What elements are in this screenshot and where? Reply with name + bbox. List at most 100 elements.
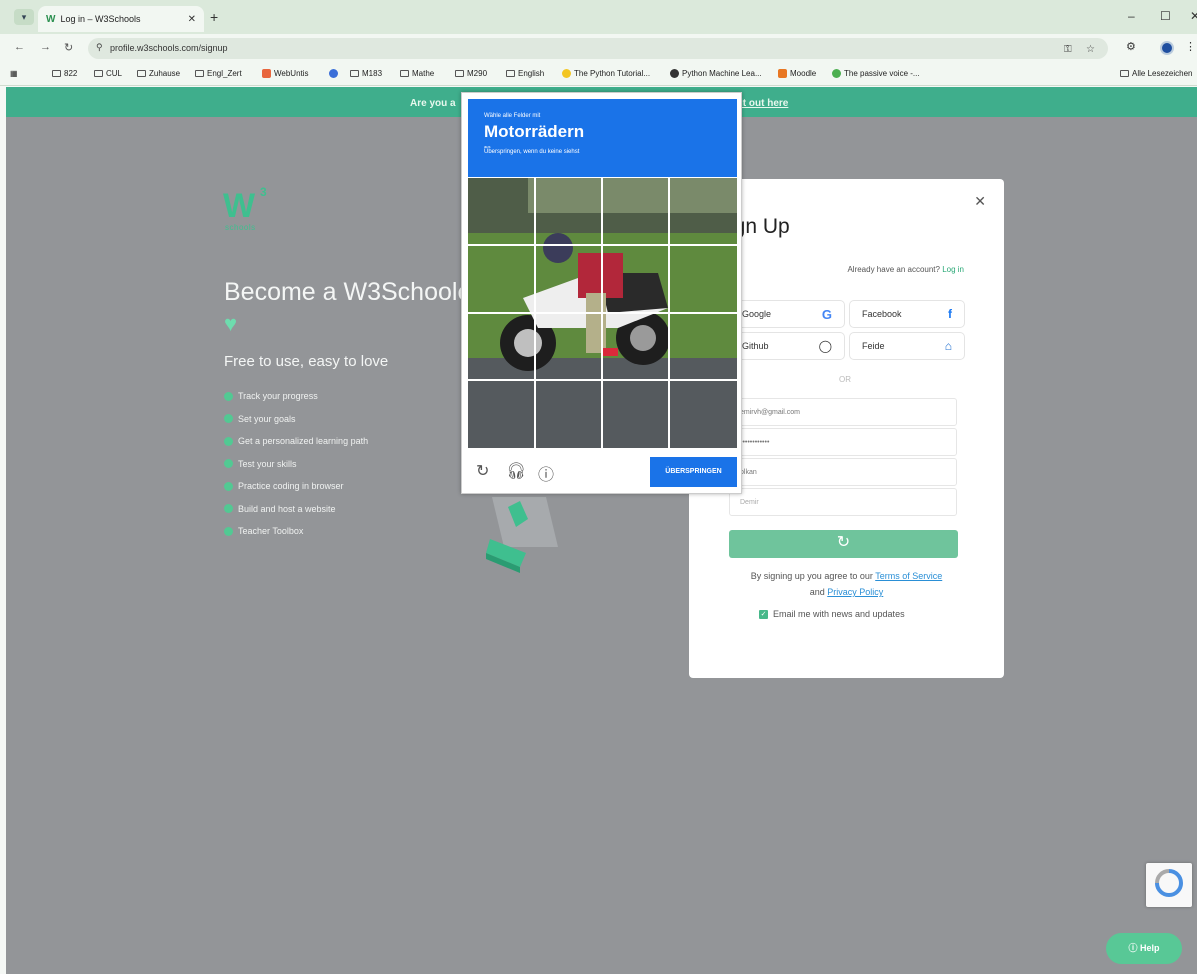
feature-list: Track your progress Set your goals Get a… (224, 385, 368, 543)
captcha-target: Motorrädern (484, 122, 585, 141)
tab-search-button[interactable]: ▾ (14, 9, 34, 25)
bookmark-folder[interactable]: M183 (350, 69, 382, 78)
reload-icon[interactable]: ↻ (64, 41, 73, 54)
signup-submit-button[interactable]: ↻ (729, 530, 958, 558)
all-bookmarks-folder[interactable]: Alle Lesezeichen (1120, 69, 1192, 78)
recaptcha-challenge: Wähle alle Felder mit Motorrädern aus Üb… (461, 92, 742, 494)
bookmark-link[interactable]: The Python Tutorial... (562, 69, 650, 78)
headphones-icon[interactable]: 🎧︎ (506, 461, 526, 481)
bookmark-folder[interactable]: Mathe (400, 69, 434, 78)
info-icon[interactable]: ⓘ (538, 461, 554, 485)
maximize-icon[interactable]: ☐ (1160, 9, 1171, 23)
check-icon (224, 414, 233, 424)
site-info-icon[interactable]: ⚲ (96, 42, 103, 53)
terms-link[interactable]: Terms of Service (875, 571, 942, 581)
github-signup-button[interactable]: Github ◯ (729, 332, 845, 360)
feature-item: Set your goals (224, 408, 368, 431)
help-button[interactable]: ⓘ Help (1106, 933, 1182, 964)
feature-item: Test your skills (224, 453, 368, 476)
close-window-icon[interactable]: ✕ (1190, 9, 1197, 23)
browser-tab[interactable]: W Log in – W3Schools ✕ (38, 6, 204, 32)
bookmark-folder[interactable]: English (506, 69, 544, 78)
folder-icon (350, 70, 359, 77)
new-tab-button[interactable]: + (210, 9, 218, 25)
check-icon (224, 459, 233, 469)
page-overlay: Are you a it out here W 3 schools Become… (6, 87, 1197, 974)
feide-signup-button[interactable]: Feide ⌂ (849, 332, 965, 360)
profile-avatar[interactable] (1160, 41, 1174, 55)
minimize-icon[interactable]: – (1128, 9, 1135, 23)
bookmark-folder[interactable] (329, 69, 341, 78)
forward-icon[interactable]: → (40, 41, 51, 53)
bookmark-link[interactable]: The passive voice -... (832, 69, 920, 78)
feature-item: Get a personalized learning path (224, 430, 368, 453)
last-name-field[interactable]: Demir (729, 488, 957, 516)
motorcycle-photo (468, 178, 737, 448)
bookmark-link[interactable]: Moodle (778, 69, 816, 78)
reload-icon[interactable]: ↻ (476, 461, 489, 481)
python-icon (562, 69, 571, 78)
github-icon: ◯ (818, 339, 832, 353)
bookmarks-bar: ▦ 822 CUL Zuhause Engl_Zert WebUntis M18… (0, 62, 1197, 86)
menu-icon[interactable]: ⋮ (1185, 40, 1196, 53)
folder-icon (1120, 70, 1129, 77)
recaptcha-badge-icon[interactable] (1146, 863, 1192, 907)
check-icon (224, 504, 233, 514)
captcha-skip-button[interactable]: ÜBERSPRINGEN (650, 457, 737, 487)
back-icon[interactable]: ← (14, 41, 25, 53)
facebook-signup-button[interactable]: Facebook f (849, 300, 965, 328)
question-icon: ⓘ (1128, 943, 1138, 953)
check-icon (224, 526, 233, 536)
apps-grid-icon[interactable]: ▦ (10, 69, 18, 78)
feide-icon: ⌂ (944, 339, 952, 353)
folder-icon (94, 70, 103, 77)
w3schools-logo[interactable]: W 3 schools (223, 185, 267, 232)
folder-icon (455, 70, 464, 77)
terms-text: By signing up you agree to our Terms of … (750, 571, 943, 597)
bookmark-folder[interactable]: 822 (52, 69, 77, 78)
folder-icon (52, 70, 61, 77)
tab-strip: ▾ W Log in – W3Schools ✕ + – ☐ ✕ (0, 0, 1197, 34)
bookmark-folder[interactable]: Zuhause (137, 69, 180, 78)
bookmark-star-icon[interactable]: ☆ (1086, 44, 1095, 55)
bookmark-folder[interactable]: Engl_Zert (195, 69, 242, 78)
feature-item: Track your progress (224, 385, 368, 408)
bookmark-link[interactable]: Python Machine Lea... (670, 69, 762, 78)
python-ml-icon (670, 69, 679, 78)
close-icon[interactable]: ✕ (974, 193, 986, 210)
check-icon (224, 481, 233, 491)
google-icon: G (821, 306, 832, 322)
email-field[interactable]: emirvh@gmail.com (729, 398, 957, 426)
bookmark-folder[interactable]: M290 (455, 69, 487, 78)
hero-subtitle: Free to use, easy to love (224, 353, 389, 370)
banner-text: Are you a (410, 98, 456, 109)
banner-link[interactable]: it out here (740, 98, 788, 109)
url-text: profile.w3schools.com/signup (110, 43, 228, 53)
loading-spinner-icon: ↻ (836, 534, 851, 551)
folder-icon (506, 70, 515, 77)
checkbox-checked-icon[interactable]: ✓ (759, 609, 768, 619)
password-field[interactable]: •••••••••••• (729, 428, 957, 456)
feature-item: Build and host a website (224, 498, 368, 521)
login-prompt: Already have an account? Log in (847, 265, 964, 274)
login-link[interactable]: Log in (942, 265, 964, 274)
google-signup-button[interactable]: Google G (729, 300, 845, 328)
first-name-field[interactable]: olkan (729, 458, 957, 486)
tab-close-icon[interactable]: ✕ (188, 14, 196, 25)
tab-title: Log in – W3Schools (60, 14, 141, 24)
bookmark-folder[interactable]: CUL (94, 69, 122, 78)
feature-item: Teacher Toolbox (224, 520, 368, 543)
w3schools-favicon-icon: W (46, 13, 56, 25)
browser-toolbar: ← → ↻ ⚲ profile.w3schools.com/signup ⚿ ☆… (0, 34, 1197, 62)
password-key-icon[interactable]: ⚿ (1064, 44, 1072, 55)
extensions-icon[interactable]: ⚙ (1126, 40, 1136, 53)
bookmark-link[interactable]: WebUntis (262, 69, 309, 78)
webuntis-icon (262, 69, 271, 78)
captcha-image-grid[interactable] (468, 178, 737, 448)
email-opt-in[interactable]: ✓ Email me with news and updates (759, 609, 905, 619)
address-bar[interactable]: ⚲ profile.w3schools.com/signup ⚿ ☆ (88, 38, 1108, 59)
moodle-icon (778, 69, 787, 78)
hero-title: Become a W3Schooler ♥ (224, 278, 480, 336)
folder-icon (400, 70, 409, 77)
privacy-link[interactable]: Privacy Policy (827, 587, 883, 597)
